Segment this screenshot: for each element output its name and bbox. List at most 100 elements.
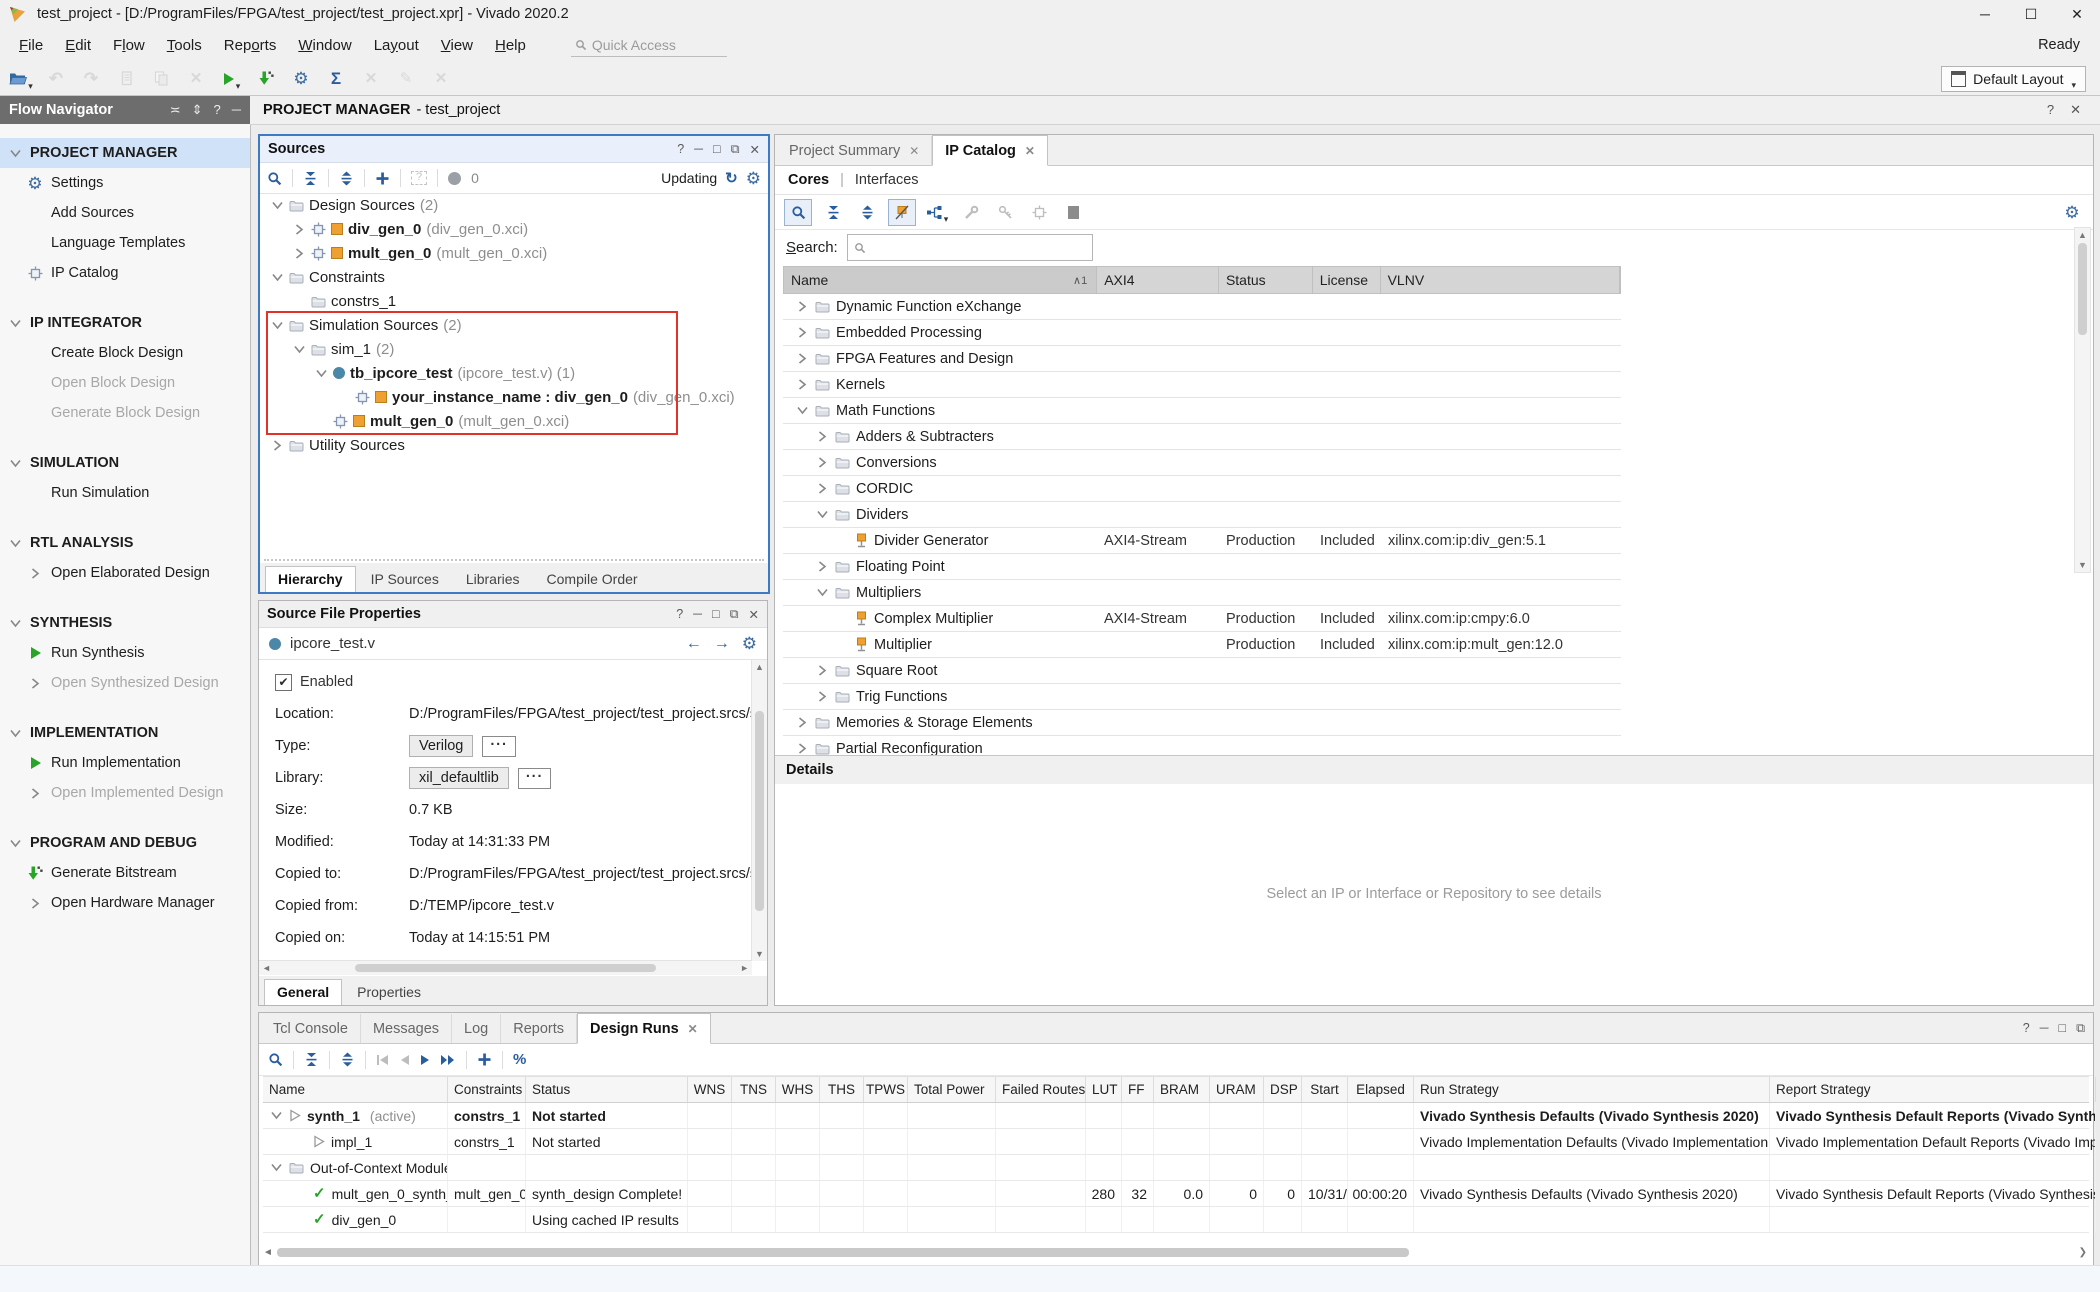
column-header-constraints[interactable]: Constraints [448,1077,526,1102]
menu-reports[interactable]: Reports [213,32,288,59]
runs-collapse-all-icon[interactable] [304,1052,319,1067]
expand-all-icon[interactable] [339,171,354,186]
ip-row-divider-generator[interactable]: Divider GeneratorAXI4-StreamProductionIn… [783,528,1621,554]
menu-help[interactable]: Help [484,32,537,59]
scroll-left-icon[interactable]: ◄ [263,1247,273,1258]
properties-settings-icon[interactable]: ⚙ [742,635,757,652]
ip-row-kernels[interactable]: Kernels [783,372,1621,398]
properties-horizontal-scrollbar[interactable]: ◄ ► [259,960,752,975]
sources-tab-ip-sources[interactable]: IP Sources [359,567,451,592]
ip-row-embedded-processing[interactable]: Embedded Processing [783,320,1621,346]
group-by-icon[interactable]: ▾ [924,200,950,225]
source-tree-item-design-sources[interactable]: Design Sources (2) [260,193,766,217]
field-value-box[interactable]: Verilog [409,735,473,757]
ip-collapse-all-icon[interactable] [820,200,846,225]
scroll-down-icon[interactable]: ▼ [755,949,764,959]
bottom-float-icon[interactable]: ⧉ [2076,1021,2085,1036]
properties-tab-general[interactable]: General [264,979,342,1005]
minimize-icon[interactable]: ─ [1962,0,2008,28]
runs-expand-all-icon[interactable] [340,1052,355,1067]
pm-close-icon[interactable]: ✕ [2070,102,2081,118]
flownav-collapse-icon[interactable]: ≍ [170,102,181,118]
design-run-row-div-gen-0[interactable]: ✓div_gen_0Using cached IP results [263,1207,2089,1233]
scroll-right-icon[interactable]: ► [740,963,749,973]
column-header-wns[interactable]: WNS [688,1077,732,1102]
ip-row-fpga-features-and-design[interactable]: FPGA Features and Design [783,346,1621,372]
properties-minimize-icon[interactable]: ─ [693,607,702,622]
flownav-item-run-simulation[interactable]: Run Simulation [0,478,250,508]
design-run-row-impl-1[interactable]: impl_1constrs_1Not startedVivado Impleme… [263,1129,2089,1155]
menu-file[interactable]: File [8,32,54,59]
menu-layout[interactable]: Layout [363,32,430,59]
layout-select[interactable]: Default Layout ▾ [1941,66,2086,92]
flownav-item-ip-catalog[interactable]: IP Catalog [0,258,250,288]
column-header-vlnv[interactable]: VLNV [1381,267,1620,293]
column-header-elapsed[interactable]: Elapsed [1348,1077,1414,1102]
source-tree-item-mult-gen-0[interactable]: mult_gen_0 (mult_gen_0.xci) [260,409,766,433]
flownav-item-settings[interactable]: ⚙Settings [0,168,250,198]
menu-window[interactable]: Window [287,32,362,59]
column-header-failed-routes[interactable]: Failed Routes [996,1077,1086,1102]
percent-icon[interactable]: % [513,1052,526,1067]
sources-close-icon[interactable]: ✕ [750,142,760,157]
ip-row-dividers[interactable]: Dividers [783,502,1621,528]
source-tree-item-mult-gen-0[interactable]: mult_gen_0 (mult_gen_0.xci) [260,241,766,265]
horizontal-scrollbar-thumb[interactable] [277,1248,1409,1257]
ip-row-trig-functions[interactable]: Trig Functions [783,684,1621,710]
vertical-scrollbar-thumb[interactable] [755,711,764,911]
flownav-item-create-block-design[interactable]: Create Block Design [0,338,250,368]
hide-incompatible-ip-icon[interactable] [888,199,916,226]
ip-search-icon[interactable] [784,199,812,226]
column-header-ths[interactable]: THS [820,1077,864,1102]
flownav-minimize-icon[interactable]: ─ [232,102,241,118]
scroll-up-icon[interactable]: ▲ [755,662,764,672]
bottom-minimize-icon[interactable]: ─ [2040,1021,2049,1036]
tab-close-icon[interactable]: ✕ [688,1022,698,1036]
flownav-item-language-templates[interactable]: Language Templates [0,228,250,258]
sources-tab-compile-order[interactable]: Compile Order [535,567,650,592]
scroll-up-icon[interactable]: ▲ [2078,230,2087,240]
forward-icon[interactable]: → [714,635,730,653]
search-icon[interactable] [267,171,282,186]
flownav-item-open-elaborated-design[interactable]: Open Elaborated Design [0,558,250,588]
flownav-help-icon[interactable]: ? [214,102,221,118]
ip-row-multiplier[interactable]: MultiplierProductionIncludedxilinx.com:i… [783,632,1621,658]
column-header-uram[interactable]: URAM [1210,1077,1264,1102]
source-tree-item-tb-ipcore-test[interactable]: tb_ipcore_test (ipcore_test.v) (1) [260,361,766,385]
scroll-left-icon[interactable]: ◄ [262,963,271,973]
console-tab-reports[interactable]: Reports [501,1014,577,1043]
ip-row-square-root[interactable]: Square Root [783,658,1621,684]
flownav-item-open-hardware-manager[interactable]: Open Hardware Manager [0,888,250,918]
column-header-tns[interactable]: TNS [732,1077,776,1102]
bottom-maximize-icon[interactable]: □ [2059,1021,2067,1036]
flownav-item-run-implementation[interactable]: Run Implementation [0,748,250,778]
ip-row-complex-multiplier[interactable]: Complex MultiplierAXI4-StreamProductionI… [783,606,1621,632]
column-header-dsp[interactable]: DSP [1264,1077,1302,1102]
source-tree-item-simulation-sources[interactable]: Simulation Sources (2) [260,313,766,337]
bottom-help-icon[interactable]: ? [2023,1021,2030,1036]
column-header-total-power[interactable]: Total Power [908,1077,996,1102]
column-header-start[interactable]: Start [1302,1077,1348,1102]
column-header-axi4[interactable]: AXI4 [1097,267,1219,293]
sources-maximize-icon[interactable]: □ [713,142,721,157]
ip-row-conversions[interactable]: Conversions [783,450,1621,476]
column-header-tpws[interactable]: TPWS [864,1077,908,1102]
ip-row-dynamic-function-exchange[interactable]: Dynamic Function eXchange [783,294,1621,320]
horizontal-scrollbar-thumb[interactable] [355,964,657,972]
ip-vertical-scrollbar[interactable]: ▲ ▼ [2074,227,2091,573]
close-icon[interactable]: ✕ [2054,0,2100,28]
source-tree-item-div-gen-0[interactable]: div_gen_0 (div_gen_0.xci) [260,217,766,241]
sources-help-icon[interactable]: ? [677,142,684,157]
ip-row-cordic[interactable]: CORDIC [783,476,1621,502]
source-tree-item-constrs-1[interactable]: constrs_1 [260,289,766,313]
runs-search-icon[interactable] [268,1052,283,1067]
source-tree-item-your-instance-name-div-gen-0[interactable]: your_instance_name : div_gen_0 (div_gen_… [260,385,766,409]
source-tree-item-utility-sources[interactable]: Utility Sources [260,433,766,457]
ellipsis-button[interactable]: ··· [482,736,516,757]
column-header-bram[interactable]: BRAM [1154,1077,1210,1102]
flownav-section-simulation[interactable]: SIMULATION [0,448,250,478]
quick-access-input[interactable]: Quick Access [571,33,727,57]
column-header-name[interactable]: Name∧1 [784,267,1097,293]
ip-row-memories-storage-elements[interactable]: Memories & Storage Elements [783,710,1621,736]
column-header-status[interactable]: Status [1219,267,1313,293]
